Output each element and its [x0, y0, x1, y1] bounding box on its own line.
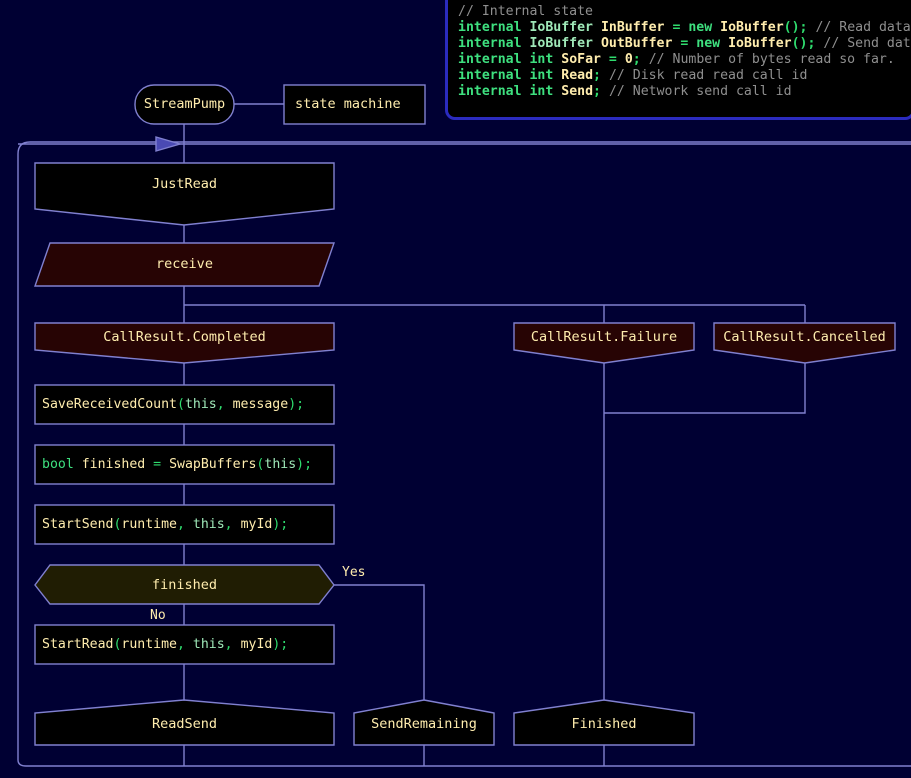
- node-state-machine-shape: [283, 84, 426, 125]
- code-line: // Internal state: [458, 4, 911, 20]
- node-send-remaining-shape: [353, 699, 495, 746]
- code-token: ;: [593, 84, 601, 100]
- internal-state-code-block: // Internal state internal IoBuffer InBuf…: [445, 0, 911, 120]
- code-token: // Read data: [815, 20, 911, 36]
- node-read-send-shape: [34, 699, 335, 746]
- code-token: // Disk read read call id: [608, 68, 808, 84]
- node-start-send-shape: [34, 504, 335, 545]
- node-swap-buffers-shape: [34, 444, 335, 485]
- code-token: =: [608, 52, 617, 68]
- code-token: // Number of bytes read so far.: [648, 52, 895, 68]
- code-token: // Network send call id: [608, 84, 792, 100]
- node-save-received-count-shape: [34, 384, 335, 425]
- code-token: int: [529, 84, 554, 100]
- node-callresult-failure-shape: [513, 322, 695, 364]
- code-token: SoFar: [561, 52, 601, 68]
- edge-cancelled-to-finished: [604, 363, 806, 414]
- code-token: internal: [458, 36, 522, 52]
- code-token: 0: [624, 52, 633, 68]
- code-token: // Internal state: [458, 4, 593, 19]
- code-token: ;: [632, 52, 641, 68]
- node-finished-decision-shape: [34, 564, 335, 605]
- entry-arrowhead: [155, 136, 183, 152]
- code-token: InBuffer: [600, 20, 665, 36]
- code-line: internal int Send; // Network send call …: [458, 84, 911, 100]
- code-token: internal: [458, 68, 522, 84]
- code-token: Read: [561, 68, 594, 84]
- code-token: Send: [561, 84, 594, 100]
- code-token: ;: [593, 68, 601, 84]
- code-token: IoBuffer: [529, 36, 594, 52]
- code-token: // Send dat: [823, 36, 911, 52]
- node-start-read-shape: [34, 624, 335, 665]
- code-token: internal: [458, 20, 522, 36]
- code-token: new: [696, 36, 721, 52]
- code-token: OutBuffer: [600, 36, 673, 52]
- node-callresult-cancelled-shape: [713, 322, 896, 364]
- code-line: internal IoBuffer OutBuffer = new IoBuff…: [458, 36, 911, 52]
- code-token: new: [688, 20, 713, 36]
- code-token: internal: [458, 52, 522, 68]
- code-token: ();: [783, 20, 808, 36]
- code-token: IoBuffer: [529, 20, 594, 36]
- code-token: internal: [458, 84, 522, 100]
- edge-finished-yes: [334, 584, 425, 700]
- code-token: IoBuffer: [728, 36, 792, 52]
- code-line: internal IoBuffer InBuffer = new IoBuffe…: [458, 20, 911, 36]
- internal-state-code-lines: // Internal state internal IoBuffer InBuf…: [448, 0, 911, 101]
- node-stream-pump-shape: [134, 84, 235, 125]
- code-line: internal int Read; // Disk read read cal…: [458, 68, 911, 84]
- code-token: ();: [791, 36, 816, 52]
- node-receive-shape: [34, 242, 335, 287]
- code-token: IoBuffer: [720, 20, 784, 36]
- diagram-canvas: .ln { stroke:#8080d0; stroke-width:1.4; …: [0, 0, 911, 778]
- node-callresult-completed-shape: [34, 322, 335, 364]
- code-token: int: [529, 68, 554, 84]
- code-token: int: [529, 52, 554, 68]
- code-line: internal int SoFar = 0; // Number of byt…: [458, 52, 911, 68]
- node-just-read-shape: [34, 162, 335, 226]
- node-finished-state-shape: [513, 699, 695, 746]
